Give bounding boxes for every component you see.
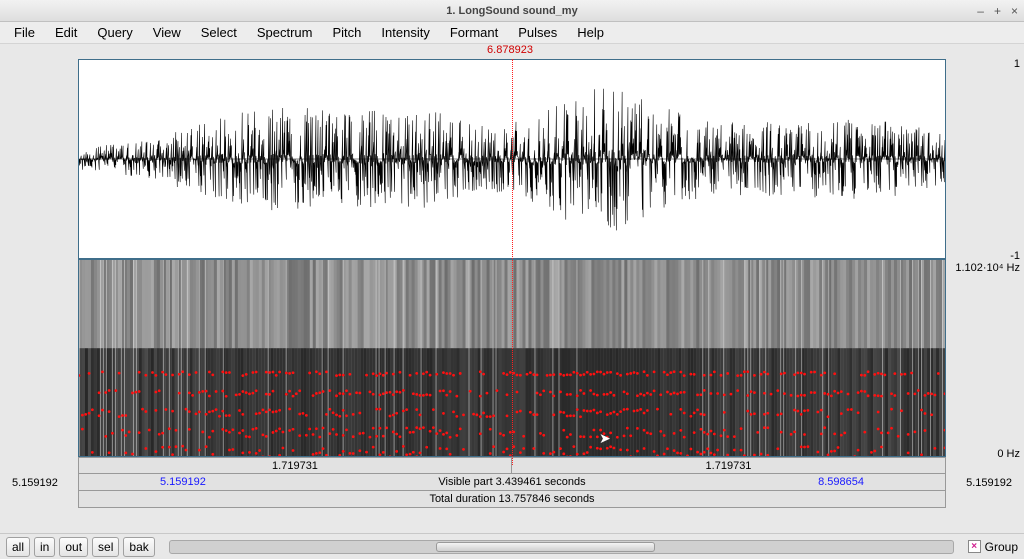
menubar: File Edit Query View Select Spectrum Pit…	[0, 22, 1024, 44]
spectrogram-fmax-label: 1.102·10⁴ Hz	[942, 262, 1020, 274]
menu-view[interactable]: View	[143, 22, 191, 43]
visible-left-outer-label: 5.159192	[12, 477, 58, 489]
sel-button[interactable]: sel	[92, 537, 119, 557]
bak-button[interactable]: bak	[123, 537, 154, 557]
total-duration-cell[interactable]: Total duration 13.757846 seconds	[79, 491, 945, 507]
visible-part-cell[interactable]: 5.159192 Visible part 3.439461 seconds 8…	[79, 474, 945, 490]
workarea: 6.878923 1 -1 1.102·10⁴ Hz 0 Hz ➤ 1.7197…	[0, 44, 1024, 533]
waveform-ymin-label: -1	[942, 250, 1020, 262]
horizontal-scrollbar[interactable]	[169, 540, 954, 554]
menu-pitch[interactable]: Pitch	[323, 22, 372, 43]
visible-part-label: Visible part 3.439461 seconds	[438, 476, 585, 488]
group-toggle[interactable]: × Group	[968, 540, 1018, 554]
visible-end-label: 8.598654	[818, 476, 864, 488]
cursor-time-label: 6.878923	[487, 44, 533, 56]
close-icon[interactable]: ×	[1011, 4, 1018, 18]
menu-pulses[interactable]: Pulses	[508, 22, 567, 43]
cursor-line[interactable]	[512, 59, 513, 465]
waveform-ymax-label: 1	[942, 58, 1020, 70]
menu-edit[interactable]: Edit	[45, 22, 87, 43]
bottom-toolbar: all in out sel bak × Group	[0, 533, 1024, 559]
scrollbar-thumb[interactable]	[436, 542, 655, 552]
menu-formant[interactable]: Formant	[440, 22, 508, 43]
window-title: 1. LongSound sound_my	[0, 5, 1024, 17]
menu-spectrum[interactable]: Spectrum	[247, 22, 323, 43]
titlebar: 1. LongSound sound_my – + ×	[0, 0, 1024, 22]
visible-start-label: 5.159192	[160, 476, 206, 488]
menu-query[interactable]: Query	[87, 22, 142, 43]
group-checkbox-icon[interactable]: ×	[968, 540, 981, 553]
spectrogram-fmin-label: 0 Hz	[942, 448, 1020, 460]
maximize-icon[interactable]: +	[994, 4, 1001, 18]
minimize-icon[interactable]: –	[977, 4, 984, 18]
menu-select[interactable]: Select	[191, 22, 247, 43]
segment-left-cell[interactable]: 1.719731	[79, 458, 512, 473]
menu-help[interactable]: Help	[567, 22, 614, 43]
group-label: Group	[985, 540, 1018, 554]
all-button[interactable]: all	[6, 537, 30, 557]
menu-file[interactable]: File	[4, 22, 45, 43]
menu-intensity[interactable]: Intensity	[371, 22, 439, 43]
out-button[interactable]: out	[59, 537, 88, 557]
visible-right-outer-label: 5.159192	[966, 477, 1012, 489]
in-button[interactable]: in	[34, 537, 55, 557]
segment-right-cell[interactable]: 1.719731	[512, 458, 945, 473]
